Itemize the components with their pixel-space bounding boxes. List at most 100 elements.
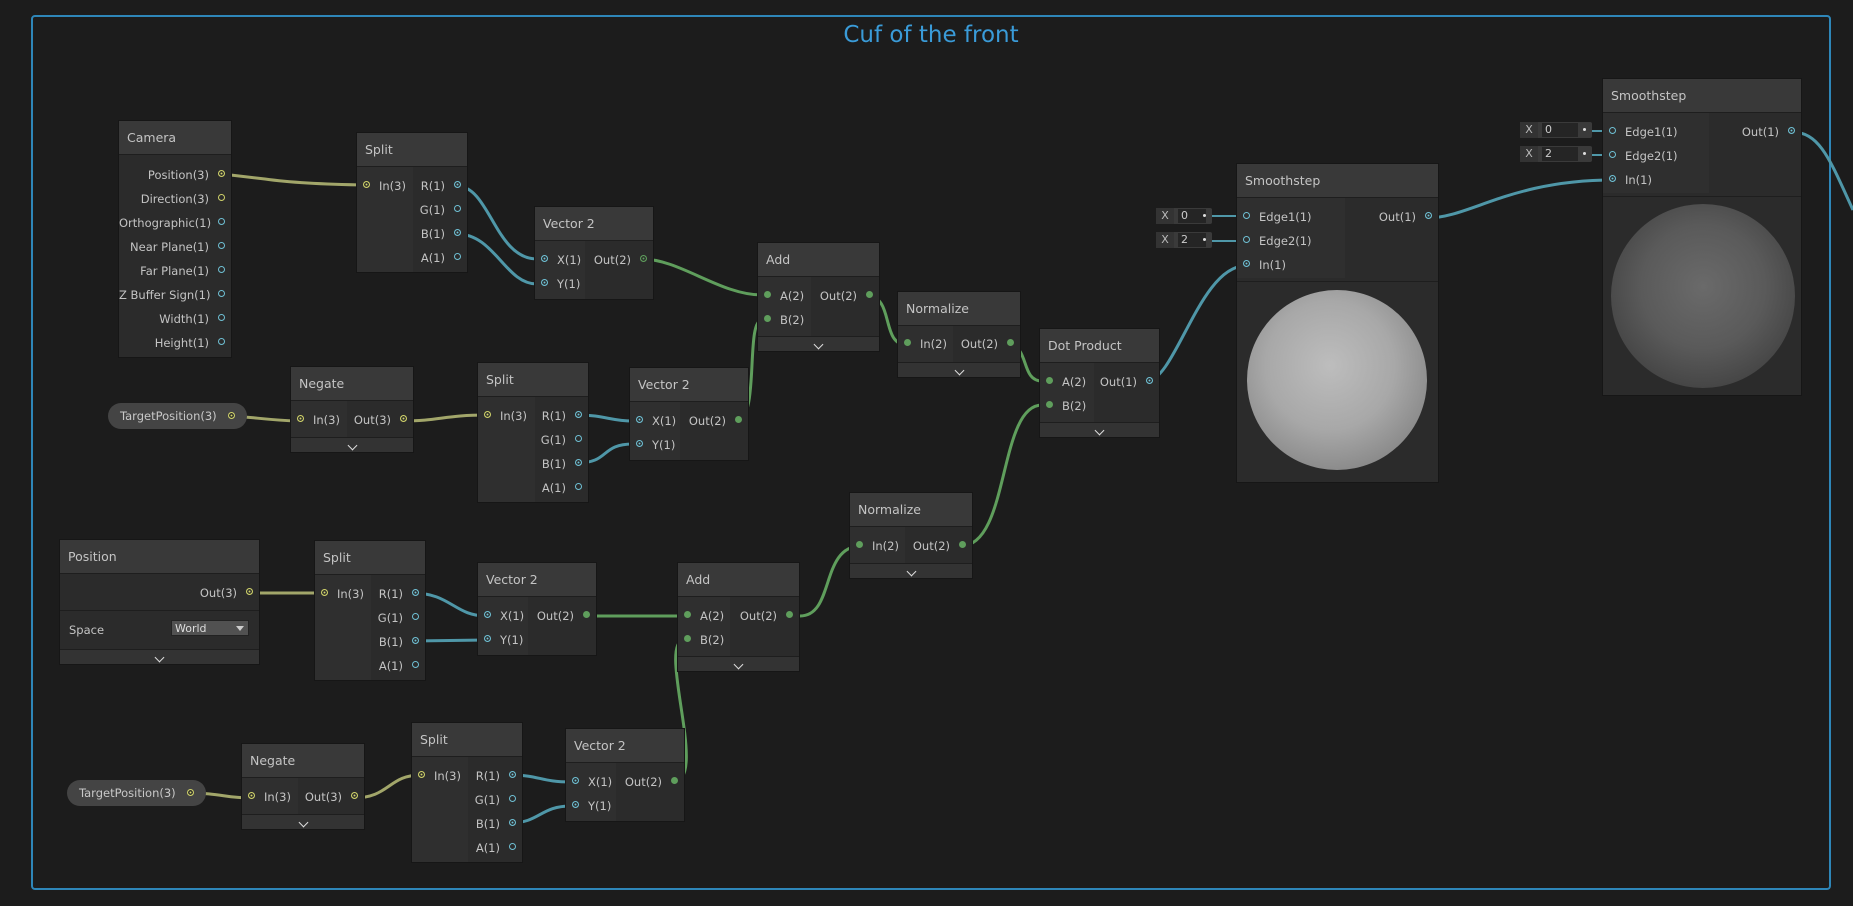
preview-panel[interactable] [1603,196,1801,395]
node-title[interactable]: Split [412,723,522,757]
port-dot[interactable] [186,789,194,796]
port-dot[interactable] [418,771,425,778]
port-a[interactable]: A(2) [1040,373,1086,391]
port-position[interactable]: Position(3) [119,166,231,184]
port-dot[interactable] [321,589,328,596]
port-out[interactable]: Out(1) [1379,208,1438,226]
port-in[interactable]: In(2) [850,537,899,555]
port-dot[interactable] [959,541,966,548]
port-in[interactable]: In(3) [357,177,406,195]
port-out[interactable]: Out(2) [625,773,684,791]
port-in[interactable]: In(3) [315,585,364,603]
split-node-1[interactable]: Split In(3) R(1) G(1) B(1) A(1) [357,133,467,272]
port-dot[interactable] [484,635,491,642]
edge2-input-field[interactable]: X 2 [1520,146,1592,162]
port-dot[interactable] [572,777,579,784]
port-dot[interactable] [764,315,771,322]
port-dot[interactable] [454,229,461,236]
port-dot[interactable] [484,411,491,418]
port-out[interactable]: Out(3) [200,584,259,602]
port-b[interactable]: B(2) [678,631,724,649]
port-b[interactable]: B(2) [758,311,804,329]
port-x[interactable]: X(1) [630,412,676,430]
port-dot[interactable] [412,589,419,596]
edge1-input-field[interactable]: X 0 [1520,122,1592,138]
shader-graph-canvas[interactable]: Cuf of the front Camera Position(3) Dire… [0,0,1853,906]
port-out[interactable]: Out(1) [1742,123,1801,141]
port-out[interactable]: Out(3) [305,788,364,806]
port-g[interactable]: G(1) [378,609,425,627]
port-edge1[interactable]: Edge1(1) [1237,208,1312,226]
port-far-plane[interactable]: Far Plane(1) [119,262,231,280]
port-dot[interactable] [764,291,771,298]
port-dot[interactable] [227,412,235,419]
port-in[interactable]: In(2) [898,335,947,353]
port-b[interactable]: B(1) [379,633,425,651]
port-y[interactable]: Y(1) [630,436,675,454]
node-title[interactable]: Add [758,243,879,277]
vector2-node-2[interactable]: Vector 2 X(1) Y(1) Out(2) [630,368,748,460]
chevron-down-icon[interactable] [298,817,308,828]
port-dot[interactable] [412,613,419,620]
port-dot[interactable] [1243,212,1250,219]
port-y[interactable]: Y(1) [535,275,580,293]
port-out[interactable]: Out(2) [820,287,879,305]
node-title[interactable]: Smoothstep [1237,164,1438,198]
node-title[interactable]: Negate [291,367,413,401]
port-in[interactable]: In(3) [478,407,527,425]
port-r[interactable]: R(1) [379,585,425,603]
port-out[interactable]: Out(2) [740,607,799,625]
node-title[interactable]: Vector 2 [535,207,653,241]
dot-product-node[interactable]: Dot Product A(2) B(2) Out(1) [1040,329,1159,437]
chevron-down-icon[interactable] [733,659,744,670]
port-dot[interactable] [1788,127,1795,134]
smoothstep-node-1[interactable]: Smoothstep Edge1(1) Edge2(1) In(1) Out(1… [1237,164,1438,482]
port-dot[interactable] [1243,260,1250,267]
port-direction[interactable]: Direction(3) [119,190,231,208]
port-dot[interactable] [1609,175,1616,182]
port-r[interactable]: R(1) [542,407,588,425]
port-in[interactable]: In(1) [1237,256,1286,274]
port-b[interactable]: B(1) [542,455,588,473]
node-title[interactable]: Vector 2 [630,368,748,402]
smoothstep-node-2[interactable]: Smoothstep Edge1(1) Edge2(1) In(1) Out(1… [1603,79,1801,395]
port-a[interactable]: A(2) [678,607,724,625]
target-position-property-2[interactable]: TargetPosition(3) [67,780,206,806]
port-a[interactable]: A(1) [379,657,425,675]
port-dot[interactable] [218,290,225,297]
negate-node-1[interactable]: Negate In(3) Out(3) [291,367,413,452]
port-a[interactable]: A(2) [758,287,804,305]
node-title[interactable]: Dot Product [1040,329,1159,363]
port-in[interactable]: In(3) [242,788,291,806]
port-g[interactable]: G(1) [420,201,467,219]
port-dot[interactable] [1609,127,1616,134]
port-zbuffer-sign[interactable]: Z Buffer Sign(1) [119,286,231,304]
port-x[interactable]: X(1) [566,773,612,791]
port-in[interactable]: In(3) [291,411,340,429]
collapse-toggle[interactable] [678,656,799,671]
node-title[interactable]: Vector 2 [566,729,684,763]
port-dot[interactable] [1046,377,1053,384]
port-dot[interactable] [509,795,516,802]
port-dot[interactable] [218,242,225,249]
port-y[interactable]: Y(1) [478,631,523,649]
port-dot[interactable] [248,792,255,799]
target-position-property-1[interactable]: TargetPosition(3) [108,403,247,429]
port-b[interactable]: B(2) [1040,397,1086,415]
collapse-toggle[interactable] [60,649,259,664]
port-dot[interactable] [735,416,742,423]
port-height[interactable]: Height(1) [119,334,231,352]
port-dot[interactable] [218,338,225,345]
port-a[interactable]: A(1) [421,249,467,267]
vector2-node-3[interactable]: Vector 2 X(1) Y(1) Out(2) [478,563,596,655]
port-dot[interactable] [363,181,370,188]
node-title[interactable]: Add [678,563,799,597]
port-dot[interactable] [1243,236,1250,243]
split-node-4[interactable]: Split In(3) R(1) G(1) B(1) A(1) [412,723,522,862]
port-x[interactable]: X(1) [535,251,581,269]
split-node-2[interactable]: Split In(3) R(1) G(1) B(1) A(1) [478,363,588,502]
node-title[interactable]: Negate [242,744,364,778]
node-title[interactable]: Split [315,541,425,575]
port-dot[interactable] [856,541,863,548]
port-dot[interactable] [866,291,873,298]
